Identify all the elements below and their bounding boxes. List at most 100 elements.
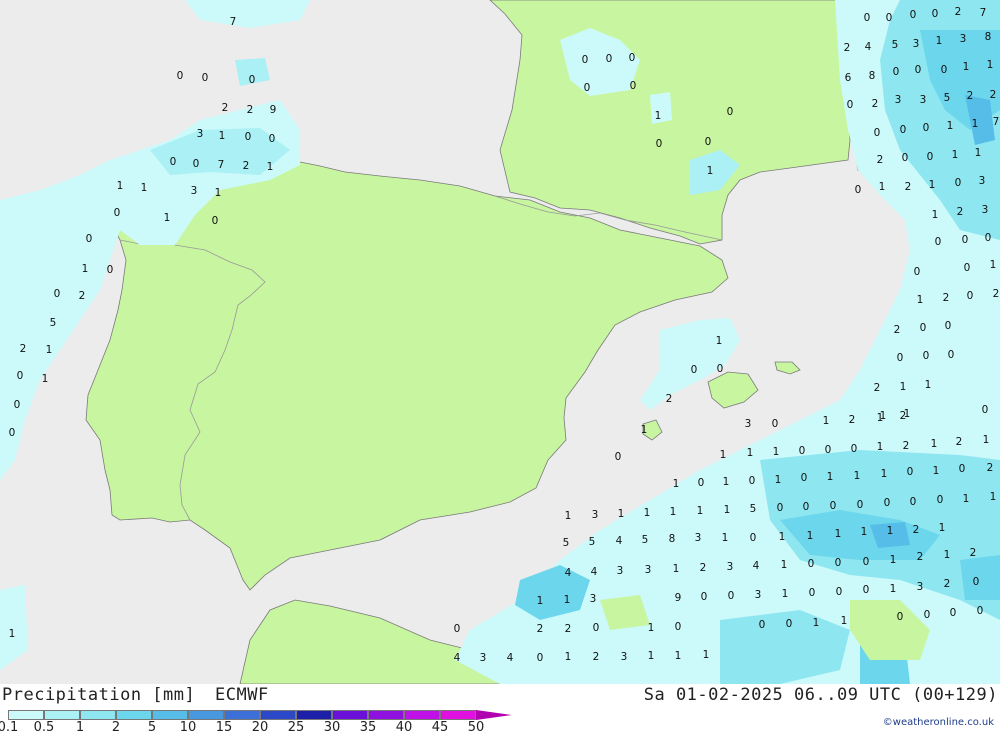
precipitation-value: 1 [877, 441, 884, 453]
precipitation-value: 0 [825, 444, 832, 456]
precipitation-value: 0 [964, 262, 971, 274]
precipitation-value: 3 [480, 652, 487, 664]
precipitation-value: 1 [648, 650, 655, 662]
precipitation-value: 1 [716, 335, 723, 347]
valid-time: Sa 01-02-2025 06..09 UTC (00+129) [643, 685, 998, 705]
precipitation-value: 1 [117, 180, 124, 192]
precipitation-value: 1 [724, 504, 731, 516]
precipitation-value: 0 [675, 621, 682, 633]
precipitation-value: 0 [749, 475, 756, 487]
precipitation-value: 1 [46, 344, 53, 356]
precipitation-value: 2 [874, 382, 881, 394]
precipitation-value: 3 [913, 38, 920, 50]
precipitation-value: 1 [963, 61, 970, 73]
precipitation-value: 1 [215, 187, 222, 199]
precipitation-value: 0 [830, 500, 837, 512]
precipitation-value: 1 [877, 412, 884, 424]
precipitation-value: 2 [79, 290, 86, 302]
precipitation-value: 0 [923, 350, 930, 362]
precipitation-value: 3 [917, 581, 924, 593]
precipitation-value: 1 [972, 118, 979, 130]
precipitation-value: 0 [902, 152, 909, 164]
precipitation-value: 1 [775, 474, 782, 486]
precipitation-value: 0 [698, 477, 705, 489]
precipitation-value: 3 [592, 509, 599, 521]
precipitation-value: 2 [700, 562, 707, 574]
precipitation-value: 1 [722, 532, 729, 544]
precipitation-value: 1 [932, 209, 939, 221]
precipitation-value: 1 [720, 449, 727, 461]
precipitation-value: 0 [959, 463, 966, 475]
precipitation-value: 0 [728, 590, 735, 602]
scale-swatch [8, 710, 44, 720]
scale-arrow [476, 710, 512, 720]
precipitation-value: 2 [537, 623, 544, 635]
precipitation-value: 1 [879, 181, 886, 193]
precipitation-value: 0 [17, 370, 24, 382]
precipitation-value: 1 [164, 212, 171, 224]
precipitation-value: 0 [941, 64, 948, 76]
precipitation-value: 0 [177, 70, 184, 82]
precipitation-value: 0 [915, 64, 922, 76]
precipitation-value: 1 [983, 434, 990, 446]
precipitation-value: 0 [962, 234, 969, 246]
precipitation-value: 1 [900, 381, 907, 393]
precipitation-value: 3 [979, 175, 986, 187]
precipitation-value: 0 [847, 99, 854, 111]
precipitation-value: 1 [963, 493, 970, 505]
scale-swatch [368, 710, 404, 720]
precipitation-value: 0 [656, 138, 663, 150]
precipitation-value: 6 [845, 72, 852, 84]
precipitation-value: 2 [993, 288, 1000, 300]
precipitation-value: 1 [881, 468, 888, 480]
precipitation-value: 2 [990, 89, 997, 101]
precipitation-value: 1 [917, 294, 924, 306]
precipitation-value: 3 [960, 33, 967, 45]
precipitation-value: 1 [952, 149, 959, 161]
precipitation-value: 1 [673, 563, 680, 575]
precipitation-value: 2 [905, 181, 912, 193]
precipitation-value: 1 [890, 554, 897, 566]
precipitation-value: 8 [869, 70, 876, 82]
precipitation-value: 2 [872, 98, 879, 110]
scale-swatch [116, 710, 152, 720]
precipitation-value: 1 [936, 35, 943, 47]
precipitation-value: 0 [629, 52, 636, 64]
precipitation-value: 0 [691, 364, 698, 376]
precipitation-value: 1 [655, 110, 662, 122]
precipitation-value: 0 [630, 80, 637, 92]
precipitation-value: 2 [900, 410, 907, 422]
precipitation-value: 0 [973, 576, 980, 588]
scale-swatch [404, 710, 440, 720]
precipitation-value: 0 [786, 618, 793, 630]
precipitation-value: 0 [107, 264, 114, 276]
scale-swatch [332, 710, 368, 720]
scale-swatch [188, 710, 224, 720]
precipitation-value: 1 [648, 622, 655, 634]
credit-link[interactable]: ©weatheronline.co.uk [883, 717, 994, 728]
precipitation-value: 0 [920, 322, 927, 334]
precipitation-value: 1 [779, 531, 786, 543]
precipitation-value: 3 [617, 565, 624, 577]
precipitation-value: 1 [947, 120, 954, 132]
precipitation-value: 0 [910, 9, 917, 21]
precipitation-value: 5 [750, 503, 757, 515]
precipitation-value: 1 [861, 526, 868, 538]
precipitation-value: 0 [808, 558, 815, 570]
precipitation-value: 2 [247, 104, 254, 116]
precipitation-value: 0 [245, 131, 252, 143]
precipitation-value: 0 [897, 611, 904, 623]
scale-swatch [440, 710, 476, 720]
precipitation-value: 0 [948, 349, 955, 361]
precipitation-value: 3 [695, 532, 702, 544]
precipitation-value: 5 [892, 39, 899, 51]
precipitation-value: 0 [985, 232, 992, 244]
precipitation-value: 0 [799, 445, 806, 457]
precipitation-value: 0 [932, 8, 939, 20]
precipitation-value: 1 [703, 649, 710, 661]
precipitation-value: 1 [782, 588, 789, 600]
precipitation-value: 9 [675, 592, 682, 604]
precipitation-value: 0 [615, 451, 622, 463]
precipitation-value: 7 [218, 159, 225, 171]
precipitation-value: 0 [759, 619, 766, 631]
